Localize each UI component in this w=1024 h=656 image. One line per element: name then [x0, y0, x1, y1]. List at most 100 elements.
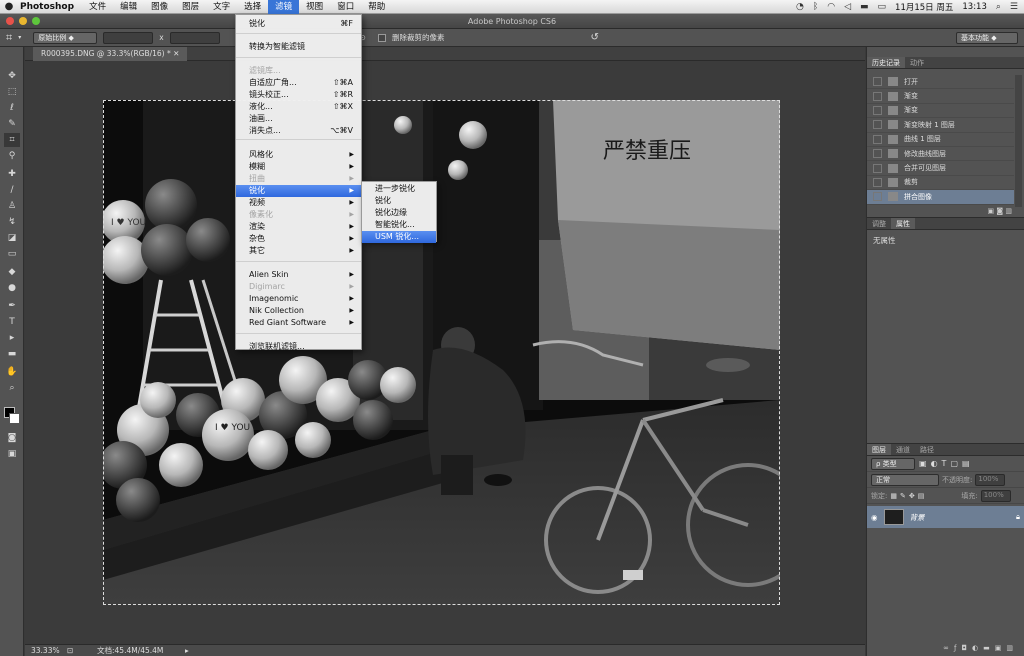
crop-tool-icon[interactable]: ⌗ — [4, 133, 20, 147]
history-item[interactable]: 修改曲线图层 — [867, 147, 1014, 162]
time-label[interactable]: 13:13 — [962, 2, 987, 12]
history-scrollbar[interactable] — [1015, 75, 1022, 207]
battery-icon[interactable]: ▭ — [878, 2, 887, 12]
tab-actions[interactable]: 动作 — [905, 57, 929, 68]
marquee-tool-icon[interactable]: ⬚ — [4, 85, 20, 99]
menu-item-oil-paint[interactable]: 油画... — [236, 113, 361, 125]
menu-item-digimarc[interactable]: Digimarc ▶ — [236, 281, 361, 293]
history-item[interactable]: 拼合图像 — [867, 190, 1014, 205]
workspace-select[interactable]: 基本功能 ◆ — [956, 31, 1018, 44]
type-tool-icon[interactable]: T — [4, 315, 20, 329]
new-group-icon[interactable]: ▬ — [983, 644, 995, 652]
document-tab[interactable]: R000395.DNG @ 33.3%(RGB/16) * ✕ — [33, 47, 188, 61]
dodge-tool-icon[interactable]: ● — [4, 281, 20, 295]
screen-mode-icon[interactable]: ▣ — [4, 447, 20, 461]
submenu-item-smart-sharpen[interactable]: 智能锐化... — [362, 219, 436, 231]
canvas-area[interactable]: 严禁重压 I ♥ YOU I ♥ YOU — [25, 61, 865, 644]
submenu-item-sharpen[interactable]: 锐化 — [362, 195, 436, 207]
menu-view[interactable]: 视图 — [299, 0, 330, 14]
tab-channels[interactable]: 通道 — [891, 444, 915, 455]
tool-preset-arrow[interactable]: ▾ — [18, 34, 21, 41]
path-select-tool-icon[interactable]: ▸ — [4, 331, 20, 345]
menu-item-sharpen[interactable]: 锐化 ▶ — [236, 185, 361, 197]
opacity-input[interactable]: 100% — [975, 473, 1006, 486]
menu-image[interactable]: 图像 — [144, 0, 175, 14]
width-input[interactable] — [103, 31, 154, 44]
menu-item-filter-gallery[interactable]: 滤镜库... — [236, 65, 361, 77]
menu-filter[interactable]: 滤镜 — [268, 0, 300, 14]
reset-icon[interactable]: ↺ — [590, 32, 598, 43]
quick-select-tool-icon[interactable]: ✎ — [4, 117, 20, 131]
layer-name[interactable]: 背景 — [910, 512, 925, 523]
wifi-icon[interactable]: ◠ — [827, 2, 835, 12]
history-item[interactable]: 打开 — [867, 75, 1014, 90]
move-tool-icon[interactable]: ✥ — [4, 69, 20, 83]
spotlight-icon[interactable]: ⌕ — [996, 2, 1001, 12]
menu-item-vanishing-point[interactable]: 消失点... ⌥⌘V — [236, 125, 361, 137]
menu-item-distort[interactable]: 扭曲 ▶ — [236, 173, 361, 185]
tab-history[interactable]: 历史记录 — [867, 57, 905, 68]
apple-icon[interactable]: ● — [0, 1, 18, 12]
close-button[interactable] — [6, 17, 14, 25]
tab-paths[interactable]: 路径 — [915, 444, 939, 455]
new-document-from-state-icon[interactable]: ▣ — [987, 207, 994, 215]
history-item[interactable]: 裁剪 — [867, 176, 1014, 191]
zoom-level[interactable]: 33.33% — [31, 645, 60, 656]
menu-item-other[interactable]: 其它 ▶ — [236, 245, 361, 257]
menu-item-alien-skin[interactable]: Alien Skin ▶ — [236, 269, 361, 281]
ratio-select[interactable]: 原始比例 ◆ — [33, 31, 98, 44]
menu-item-sharpen-last[interactable]: 锐化 ⌘F — [236, 18, 361, 30]
lock-all-icon[interactable]: ▤ — [918, 492, 925, 500]
history-item[interactable]: 曲线 1 图层 — [867, 133, 1014, 147]
submenu-item-sharpen-more[interactable]: 进一步锐化 — [362, 183, 436, 195]
shape-tool-icon[interactable]: ▬ — [4, 347, 20, 361]
bluetooth-icon[interactable]: ᛒ — [813, 2, 818, 12]
submenu-item-sharpen-edges[interactable]: 锐化边缘 — [362, 207, 436, 219]
layer-filter-select[interactable]: ρ 类型 — [871, 457, 915, 470]
visibility-eye-icon[interactable]: ◉ — [871, 513, 878, 522]
crop-border[interactable] — [103, 100, 780, 605]
history-source-checkbox[interactable] — [873, 177, 882, 187]
menu-item-adaptive-wide-angle[interactable]: 自适应广角... ⇧⌘A — [236, 77, 361, 89]
tab-layers[interactable]: 图层 — [867, 444, 891, 455]
eraser-tool-icon[interactable]: ◪ — [4, 231, 20, 245]
menu-select[interactable]: 选择 — [237, 0, 268, 14]
notification-icon[interactable]: ☰ — [1010, 2, 1018, 12]
menu-item-stylize[interactable]: 风格化 ▶ — [236, 149, 361, 161]
history-item[interactable]: 合并可见图层 — [867, 161, 1014, 176]
history-item[interactable]: 渐变映射 1 图层 — [867, 118, 1014, 133]
menu-item-nik-collection[interactable]: Nik Collection ▶ — [236, 305, 361, 317]
app-menu[interactable]: Photoshop — [20, 2, 74, 12]
quick-mask-icon[interactable]: ◙ — [4, 431, 20, 445]
status-options-icon[interactable]: ⊡ — [67, 645, 73, 656]
menu-item-browse-filters-online[interactable]: 浏览联机滤镜... — [236, 341, 361, 353]
menu-item-convert-smart-filter[interactable]: 转换为智能滤镜 — [236, 41, 361, 53]
healing-tool-icon[interactable]: ✚ — [4, 167, 20, 181]
history-source-checkbox[interactable] — [873, 134, 882, 144]
menu-item-video[interactable]: 视频 ▶ — [236, 197, 361, 209]
tab-adjustments[interactable]: 调整 — [867, 218, 891, 229]
hand-tool-icon[interactable]: ✋ — [4, 365, 20, 379]
history-source-checkbox[interactable] — [873, 163, 882, 173]
menu-item-lens-correction[interactable]: 镜头校正... ⇧⌘R — [236, 89, 361, 101]
menu-item-blur[interactable]: 模糊 ▶ — [236, 161, 361, 173]
height-input[interactable] — [169, 31, 220, 44]
layer-mask-icon[interactable]: ◘ — [961, 644, 972, 652]
brush-tool-icon[interactable]: ∕ — [4, 183, 20, 197]
history-brush-tool-icon[interactable]: ↯ — [4, 215, 20, 229]
filter-pixel-icon[interactable]: ▣ — [919, 459, 927, 468]
minimize-button[interactable] — [19, 17, 27, 25]
link-layers-icon[interactable]: ∞ — [943, 644, 954, 652]
menu-window[interactable]: 窗口 — [330, 0, 361, 14]
menu-type[interactable]: 文字 — [206, 0, 237, 14]
filter-smart-icon[interactable]: ▤ — [962, 459, 970, 468]
delete-cropped-checkbox[interactable] — [377, 33, 386, 42]
history-source-checkbox[interactable] — [873, 149, 882, 159]
filter-type-icon[interactable]: T — [942, 459, 947, 468]
menu-layer[interactable]: 图层 — [175, 0, 206, 14]
stamp-tool-icon[interactable]: ♙ — [4, 199, 20, 213]
background-color-swatch[interactable] — [9, 413, 20, 424]
pen-tool-icon[interactable]: ✒ — [4, 299, 20, 313]
lasso-tool-icon[interactable]: ℓ — [4, 101, 20, 115]
blur-tool-icon[interactable]: ◆ — [4, 265, 20, 279]
